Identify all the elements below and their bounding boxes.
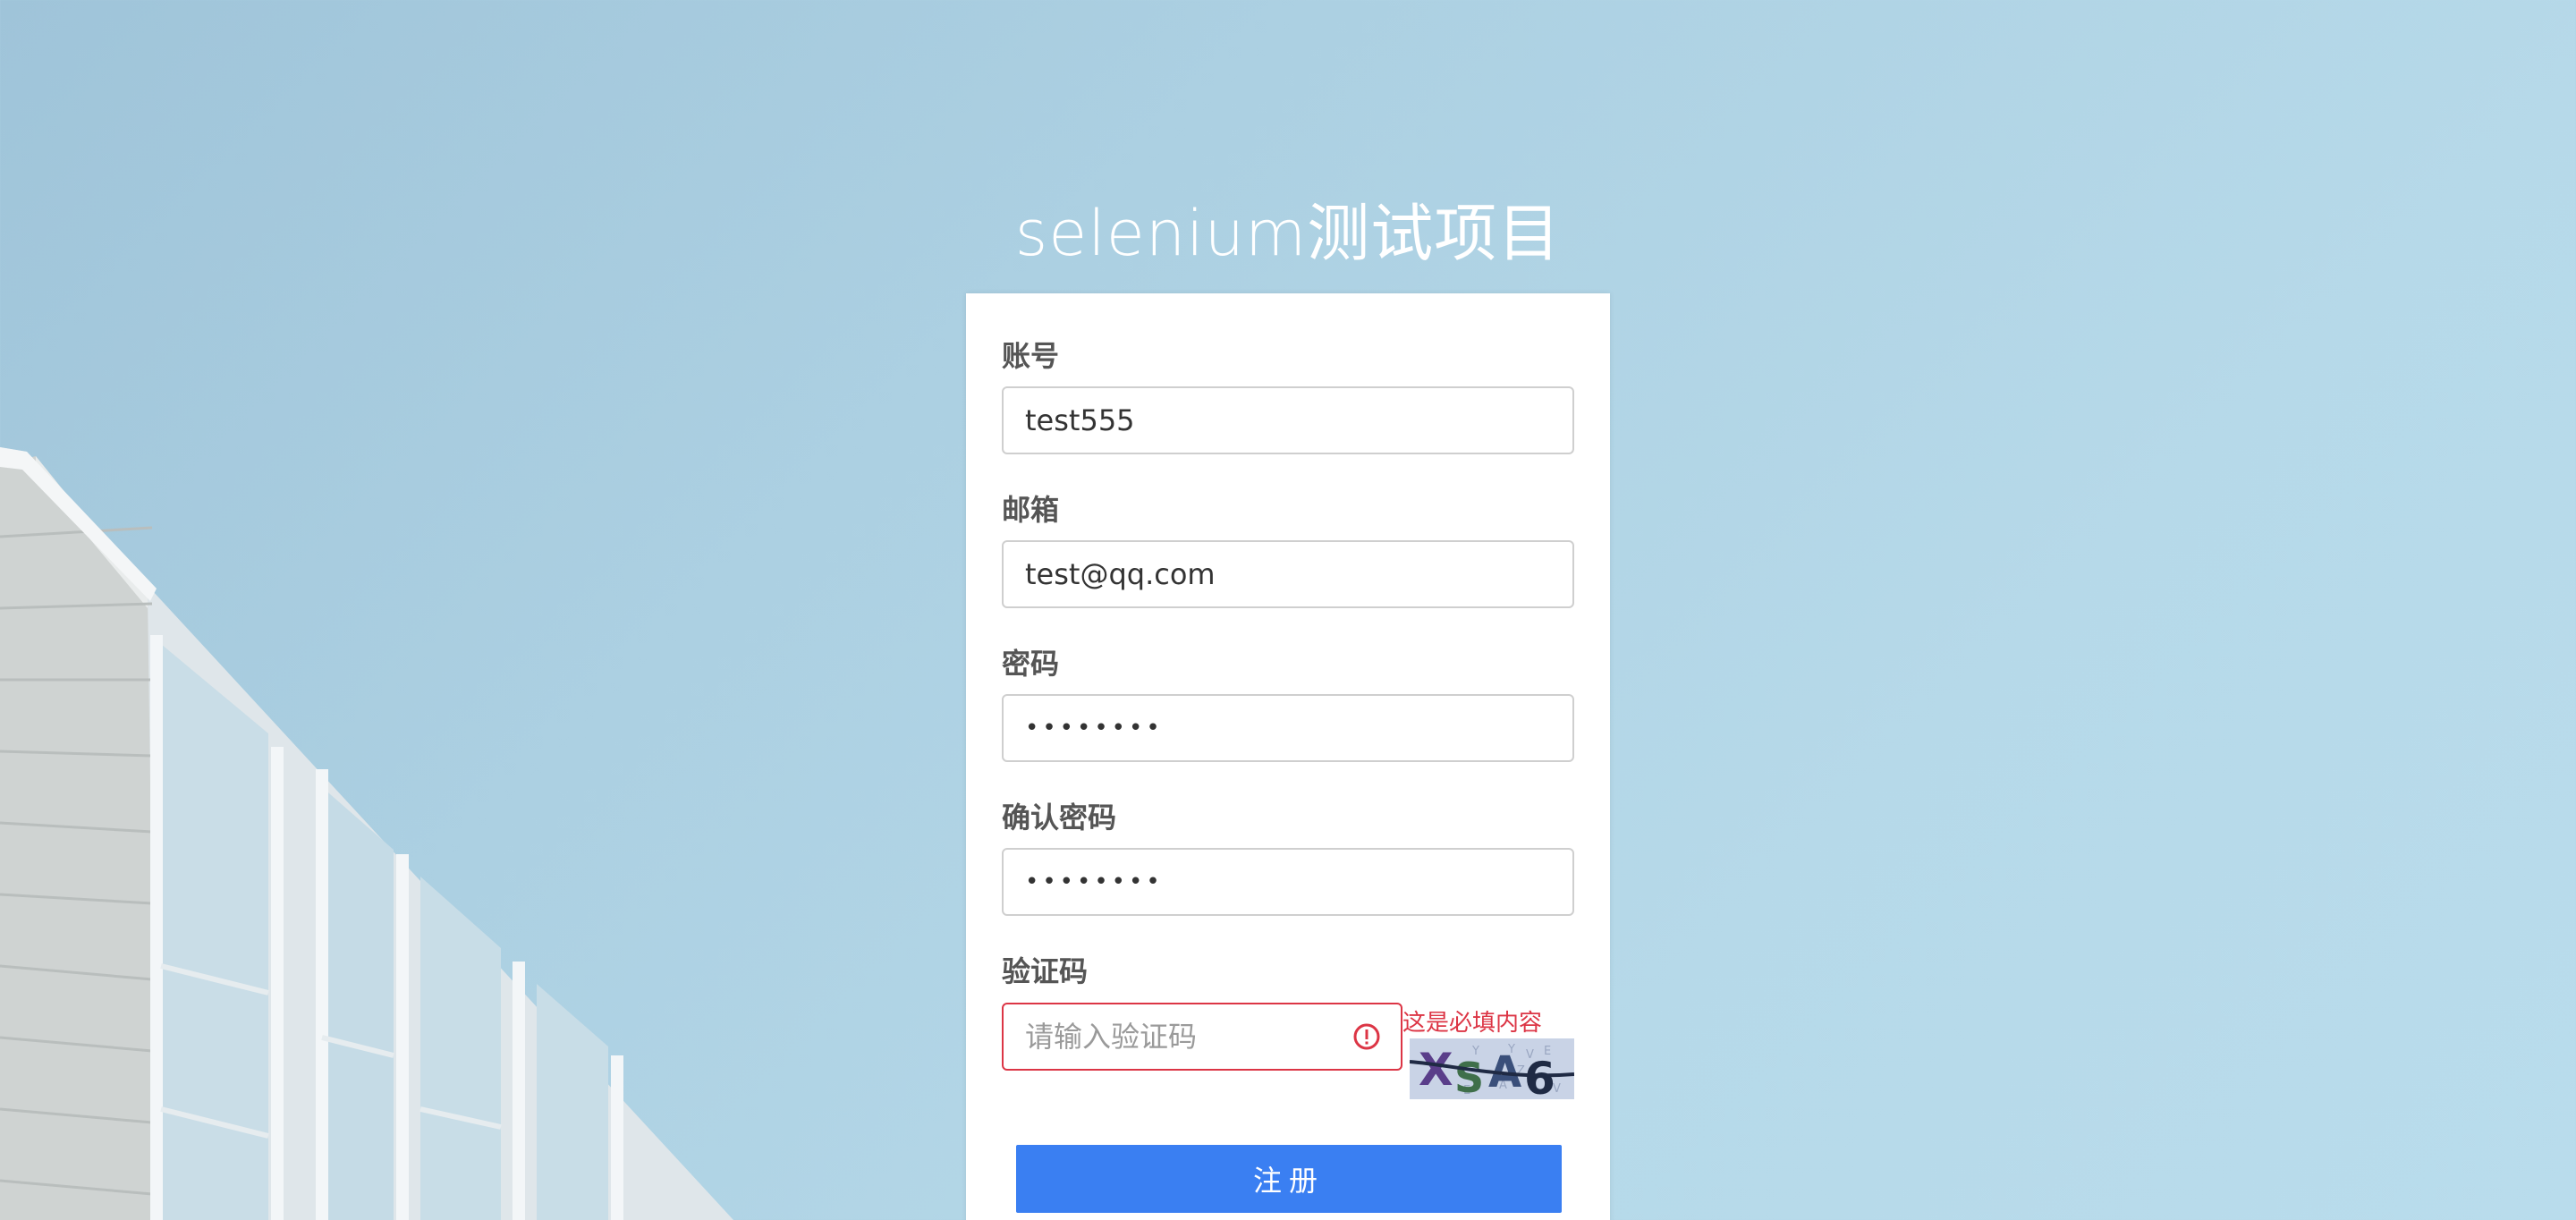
register-button[interactable]: 注册: [1016, 1145, 1562, 1213]
captcha-input[interactable]: [1002, 1003, 1402, 1071]
svg-text:S: S: [1454, 1054, 1484, 1099]
account-label: 账号: [1002, 339, 1060, 373]
password-label: 密码: [1002, 647, 1060, 681]
confirm-password-label: 确认密码: [1002, 801, 1117, 835]
account-input[interactable]: [1002, 386, 1574, 454]
confirm-password-input[interactable]: [1002, 848, 1574, 916]
svg-text:X: X: [1419, 1044, 1453, 1096]
page-title: selenium测试项目: [1014, 197, 1562, 270]
captcha-error-message: 这是必填内容: [1402, 1010, 1543, 1037]
register-form-card: 账号 邮箱 密码 确认密码 验证码 这是必填内容 YYV EZA VE X S …: [966, 293, 1610, 1220]
exclamation-circle-icon: [1353, 1023, 1380, 1050]
captcha-image[interactable]: YYV EZA VE X S A 6: [1410, 1038, 1574, 1099]
email-input[interactable]: [1002, 540, 1574, 608]
email-label: 邮箱: [1002, 493, 1060, 527]
captcha-label: 验证码: [1002, 954, 1089, 988]
password-input[interactable]: [1002, 694, 1574, 762]
